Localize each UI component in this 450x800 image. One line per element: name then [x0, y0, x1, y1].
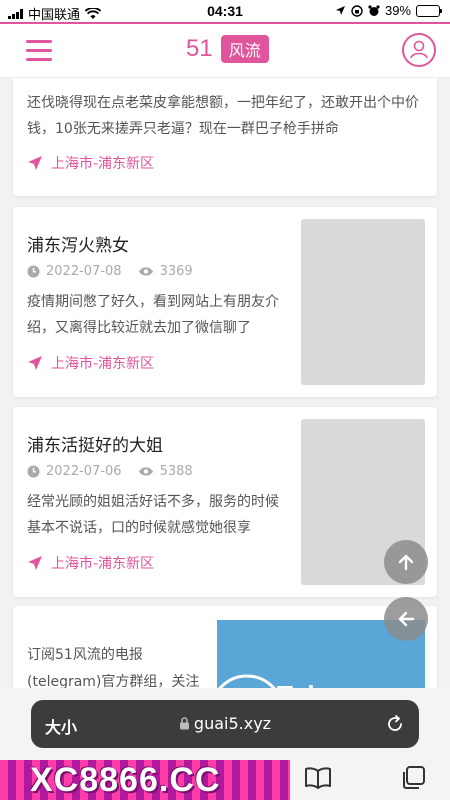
card-title: 浦东活挺好的大姐 [27, 436, 163, 456]
card-location-text: 上海市-浦东新区 [51, 356, 155, 372]
card-excerpt: 还伐晓得现在点老菜皮拿能想额，一把年纪了，还敢开出个中价钱，10张无来搓弄只老逼… [27, 95, 419, 137]
site-logo[interactable]: 51 风流 [186, 35, 269, 63]
ad-banner-text: XC8866.CC [30, 761, 221, 799]
lock-icon [179, 717, 189, 730]
card-title: 浦东泻火熟女 [27, 236, 129, 256]
battery-icon [416, 4, 442, 17]
card-body: 浦东泻火熟女 [27, 231, 291, 256]
card-excerpt: 经常光顾的姐姐活好话不多，服务的时候基本不说话，口的时候就感觉她很享 [27, 494, 279, 536]
scroll-top-button[interactable] [384, 540, 428, 584]
card-location[interactable]: 上海市-浦东新区 [27, 153, 154, 173]
url-text: guai5.xyz [193, 714, 272, 733]
address-bar[interactable]: 大小 guai5.xyz [31, 700, 419, 748]
card-meta: 2022-07-08 3369 [27, 264, 193, 279]
clock-icon [27, 265, 40, 278]
status-bar: 中国联通 04:31 39% [0, 0, 450, 22]
browser-toolbar: 大小 guai5.xyz [0, 688, 450, 760]
listing-card[interactable]: 浦东泻火熟女 2022-07-08 3369 疫情期间憋了好久，看到网站上有朋友… [13, 207, 437, 397]
alarm-icon [368, 4, 380, 16]
location-arrow-icon [28, 156, 42, 170]
brand-tag: 风流 [220, 35, 269, 63]
arrow-up-icon [398, 554, 414, 571]
eye-icon [138, 467, 153, 476]
card-meta: 2022-07-06 5388 [27, 464, 193, 479]
card-body: 还伐晓得现在点老菜皮拿能想额，一把年纪了，还敢开出个中价钱，10张无来搓弄只老逼… [27, 90, 427, 142]
menu-icon[interactable] [26, 40, 52, 62]
card-body: 浦东活挺好的大姐 [27, 431, 291, 456]
location-status-icon [335, 6, 345, 15]
brand-number: 51 [186, 35, 213, 62]
card-location-text: 上海市-浦东新区 [51, 556, 155, 572]
listing-card[interactable]: 还伐晓得现在点老菜皮拿能想额，一把年纪了，还敢开出个中价钱，10张无来搓弄只老逼… [13, 78, 437, 196]
card-location[interactable]: 上海市-浦东新区 [27, 553, 154, 573]
card-date: 2022-07-06 [46, 464, 122, 479]
back-button[interactable] [384, 597, 428, 641]
reload-icon[interactable] [385, 714, 405, 734]
location-arrow-icon [28, 356, 42, 370]
card-views: 5388 [159, 464, 193, 479]
card-excerpt: 疫情期间憋了好久，看到网站上有朋友介绍，又离得比较近就去加了微信聊了 [27, 294, 279, 336]
url-display[interactable]: guai5.xyz [31, 714, 419, 733]
tabs-icon[interactable] [400, 765, 426, 791]
card-location[interactable]: 上海市-浦东新区 [27, 353, 154, 373]
eye-icon [138, 267, 153, 276]
book-icon[interactable] [304, 767, 332, 789]
listing-card[interactable]: 浦东活挺好的大姐 2022-07-06 5388 经常光顾的姐姐活好话不多，服务… [13, 407, 437, 597]
user-icon[interactable] [402, 33, 436, 67]
browser-bottom-bar: XC8866.CC [0, 760, 450, 800]
ad-banner[interactable]: XC8866.CC [0, 760, 290, 800]
site-header: 51 风流 [0, 24, 450, 78]
orientation-lock-icon [351, 4, 363, 17]
card-thumbnail[interactable] [301, 219, 425, 385]
location-arrow-icon [28, 556, 42, 570]
battery-percent: 39% [384, 3, 411, 18]
card-views: 3369 [159, 264, 193, 279]
arrow-left-icon [398, 611, 415, 627]
clock-icon [27, 465, 40, 478]
card-date: 2022-07-08 [46, 264, 122, 279]
status-right: 39% [335, 3, 442, 18]
card-location-text: 上海市-浦东新区 [51, 156, 155, 172]
